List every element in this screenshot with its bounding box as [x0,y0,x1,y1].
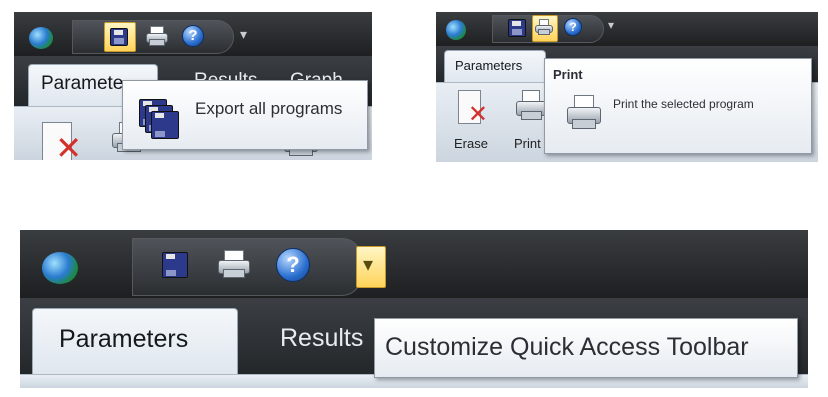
help-icon[interactable]: ? [276,248,310,282]
print-tooltip-text: Print the selected program [613,97,754,111]
export-tooltip: Export all programs [122,80,368,150]
customize-qat-tooltip: Customize Quick Access Toolbar [374,318,798,378]
export-all-programs-icon[interactable] [508,19,526,37]
print-label[interactable]: Print [514,136,541,151]
application-orb-icon[interactable] [29,27,53,49]
print-tooltip: Print Print the selected program [544,58,812,154]
tab-results[interactable]: Results [280,324,363,353]
print-tooltip-title: Print [553,67,583,82]
tab-parameters[interactable]: Parameters [444,50,546,84]
export-tooltip-text: Export all programs [195,99,343,118]
panel-customize-tooltip: ? ▾ Parameters Results Customize Quick A… [20,230,808,388]
help-icon[interactable]: ? [182,25,204,47]
floppy-stack-icon-3 [151,111,179,139]
customize-qat-tooltip-text: Customize Quick Access Toolbar [385,333,749,361]
print-ribbon-icon[interactable] [516,90,546,120]
erase-icon[interactable]: ✕ [42,122,82,160]
qat-dropdown-icon[interactable]: ▾ [240,26,247,43]
print-tooltip-icon [567,95,601,129]
panel-print-tooltip: ? ▾ Parameters ✕ Erase Print Print Print… [436,12,818,162]
tab-parameters-label: Paramete [41,73,124,94]
qat-dropdown-icon[interactable]: ▾ [608,18,614,32]
print-icon[interactable] [535,19,553,35]
qat-dropdown-icon[interactable]: ▾ [363,252,373,277]
erase-label[interactable]: Erase [454,136,488,151]
print-icon[interactable] [146,26,168,46]
export-all-programs-icon [110,28,128,46]
panel-export-tooltip: ? ▾ Paramete Results Graph ✕ Export all … [14,12,372,160]
erase-icon[interactable]: ✕ [458,90,488,126]
tab-parameters-label: Parameters [59,325,189,353]
application-orb-icon[interactable] [42,252,78,284]
export-all-programs-icon[interactable] [162,252,188,278]
tab-parameters[interactable]: Parameters [32,308,238,376]
application-orb-icon[interactable] [446,20,466,40]
help-icon[interactable]: ? [564,18,582,36]
tab-parameters-label: Parameters [455,58,523,73]
print-icon[interactable] [218,250,250,278]
